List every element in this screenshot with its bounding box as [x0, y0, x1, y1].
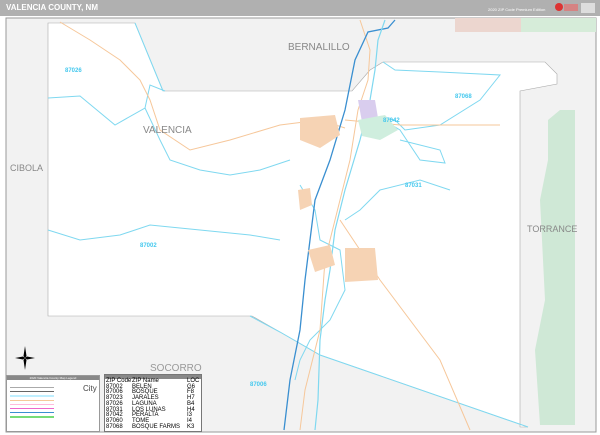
label-torrance: TORRANCE — [527, 224, 577, 234]
table-row: 87068BOSQUE FARMSK3 — [105, 425, 201, 431]
zip-label-87068: 87068 — [455, 94, 472, 100]
zip-label-87031: 87031 — [405, 183, 422, 189]
compass-rose-icon — [14, 345, 36, 371]
legend-swatches — [10, 384, 54, 421]
label-bernalillo: BERNALILLO — [288, 42, 350, 53]
county-map[interactable]: BERNALILLO VALENCIA CIBOLA TORRANCE SOCO… — [0, 16, 600, 435]
zip-label-87042: 87042 — [383, 118, 400, 124]
legend-title: 2020 Valencia County Map Legend — [7, 376, 99, 380]
legend-city-label: City — [83, 384, 97, 393]
label-socorro: SOCORRO — [150, 363, 202, 374]
title-bar: VALENCIA COUNTY, NM 2020 ZIP Code Premiu… — [0, 0, 600, 16]
forest-area — [521, 18, 596, 32]
zip-label-87006: 87006 — [250, 382, 267, 388]
zip-label-87002: 87002 — [140, 243, 157, 249]
zip-label-87026: 87026 — [65, 68, 82, 74]
label-valencia: VALENCIA — [143, 125, 192, 136]
edition-label: 2020 ZIP Code Premium Edition — [488, 7, 545, 12]
map-title: VALENCIA COUNTY, NM — [6, 3, 98, 12]
zip-code-table: ZIP CodeZIP NameLOC 87002BELENG6 87006BO… — [104, 374, 202, 432]
label-cibola: CIBOLA — [10, 163, 43, 173]
publisher-logo — [553, 1, 597, 15]
map-legend: 2020 Valencia County Map Legend City — [6, 375, 100, 432]
adjacent-area — [455, 18, 521, 32]
